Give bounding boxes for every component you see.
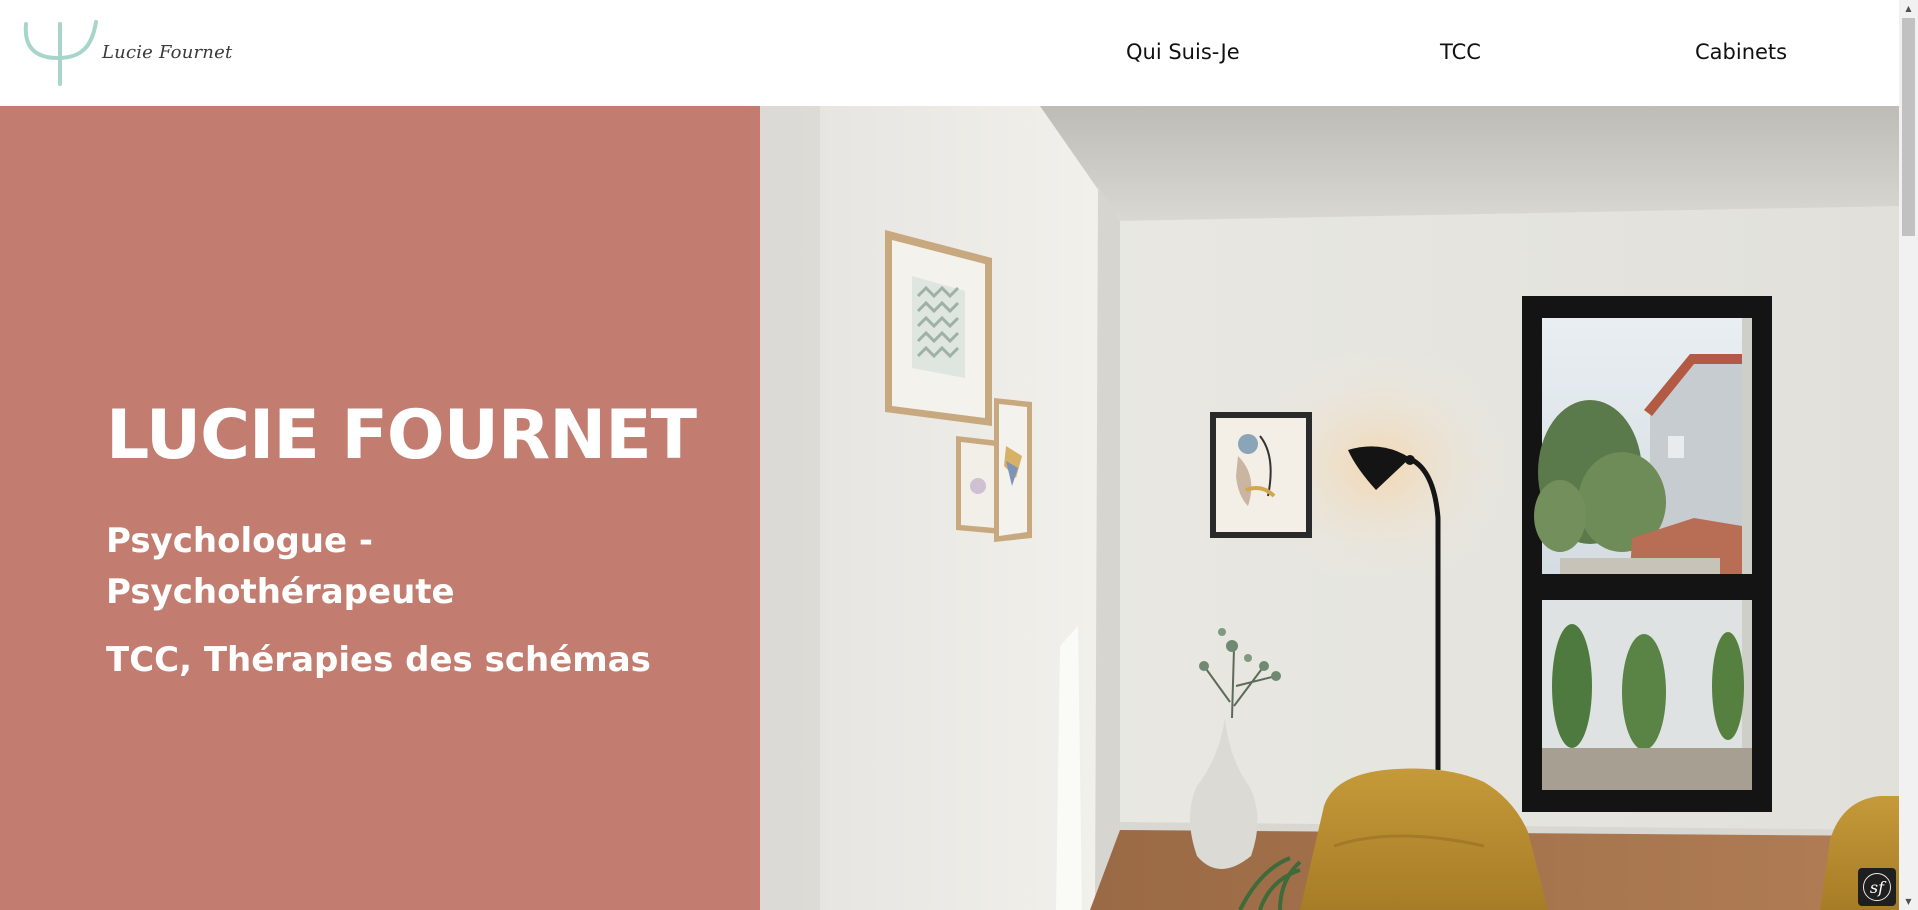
hero-text-panel: LUCIE FOURNET Psychologue - Psychothérap… [0, 106, 760, 910]
nav-link-offices[interactable]: Cabinets [1695, 40, 1787, 64]
logo-text: Lucie Fournet [102, 42, 233, 63]
hero-title: LUCIE FOURNET [106, 396, 697, 475]
window [1522, 296, 1772, 812]
nav-link-tcc[interactable]: TCC [1440, 40, 1481, 64]
frame-portrait [1210, 412, 1312, 538]
scroll-down-arrow-icon[interactable]: ▼ [1899, 893, 1918, 910]
scrollbar-thumb[interactable] [1902, 18, 1915, 236]
hero-office-photo [760, 106, 1899, 910]
office-interior-image [760, 106, 1899, 910]
site-header: Lucie Fournet Qui Suis-Je TCC Cabinets [0, 0, 1899, 106]
nav-link-about[interactable]: Qui Suis-Je [1126, 40, 1240, 64]
psi-logo-icon [23, 20, 98, 86]
frame-small-b [994, 398, 1032, 542]
scroll-up-arrow-icon[interactable]: ▲ [1899, 0, 1918, 17]
symfony-toolbar-icon: sf [1863, 873, 1891, 901]
symfony-toolbar-button[interactable]: sf [1858, 868, 1896, 906]
page: Lucie Fournet Qui Suis-Je TCC Cabinets L… [0, 0, 1918, 910]
frame-small-a [956, 436, 1000, 534]
vertical-scrollbar[interactable]: ▲ ▼ [1899, 0, 1918, 910]
hero-subtitle: Psychologue - Psychothérapeute [106, 521, 455, 612]
hero-specialties: TCC, Thérapies des schémas [106, 640, 651, 680]
frame-chevron [885, 230, 992, 426]
logo-link[interactable]: Lucie Fournet [20, 18, 232, 88]
